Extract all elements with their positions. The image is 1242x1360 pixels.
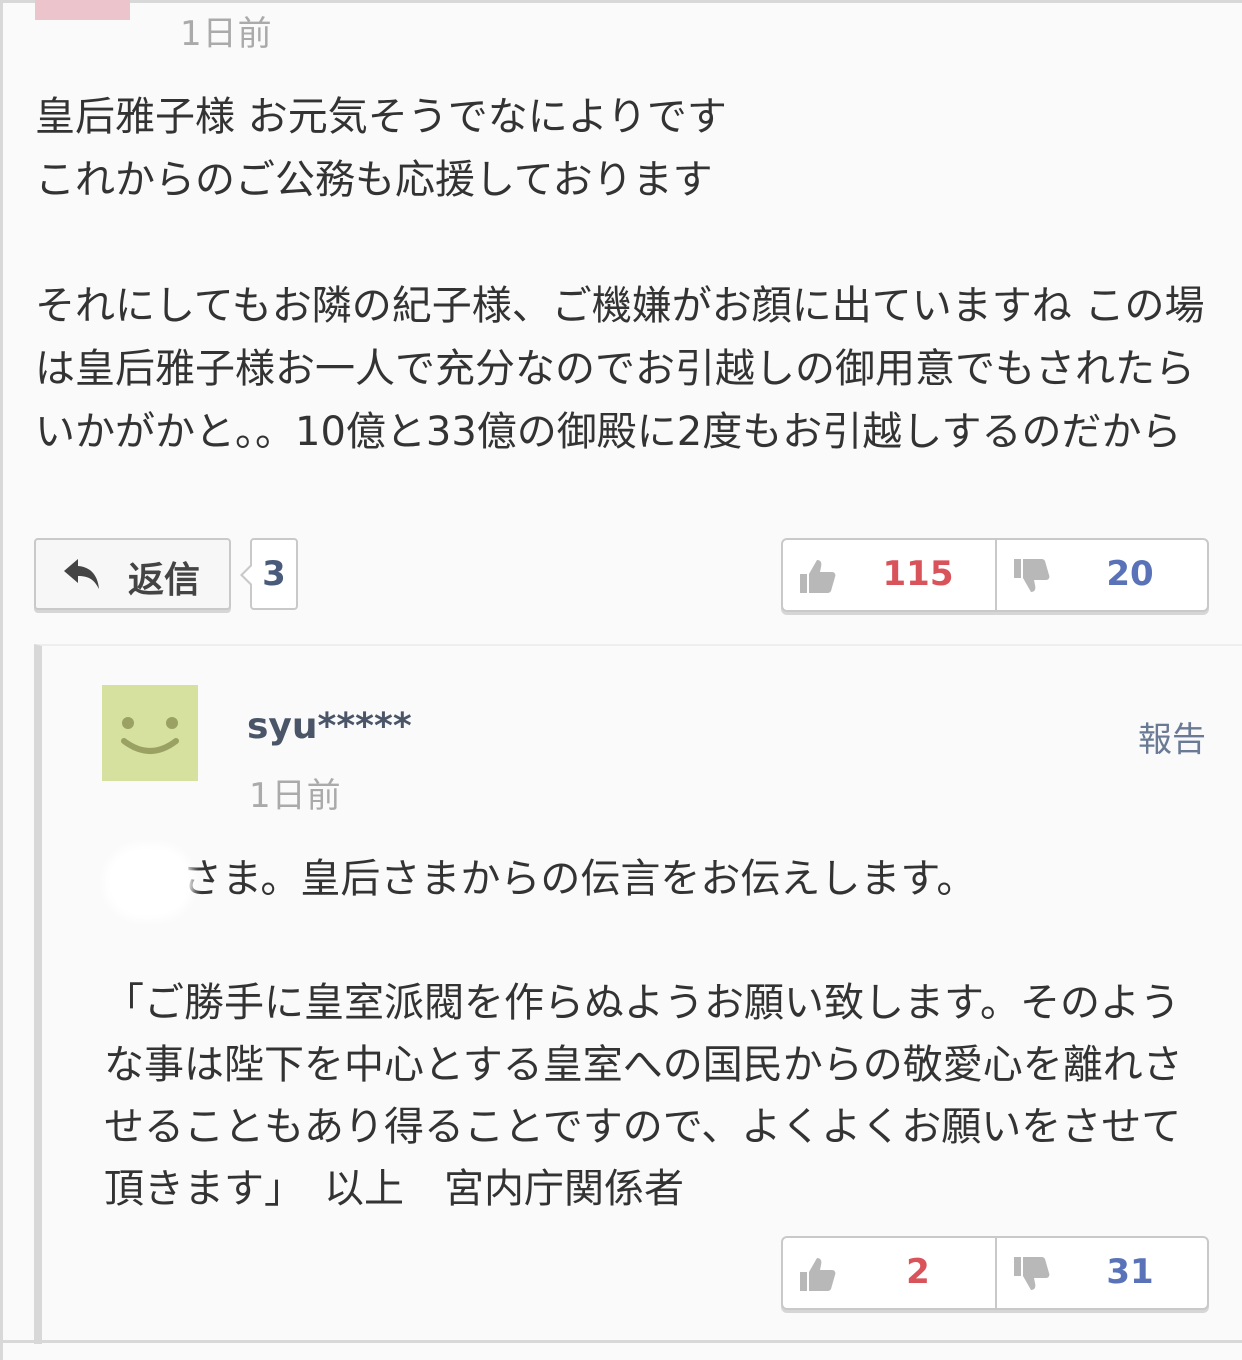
- comment-dislike-count[interactable]: 20: [1055, 554, 1205, 594]
- reply-arrow-icon: [64, 559, 99, 589]
- vote-divider: [995, 540, 997, 610]
- reply-first-line: さま。皇后さまからの伝言をお伝えします。: [182, 856, 977, 902]
- reply-vote-box: 2 31: [781, 1236, 1209, 1310]
- reply-like-count[interactable]: 2: [843, 1252, 993, 1292]
- reply-body: 「ご勝手に皇室派閥を作らぬようお願い致します。そのような事は陛下を中心とする皇室…: [104, 980, 1183, 1212]
- thumbs-down-icon[interactable]: [1011, 556, 1051, 596]
- reply-count-badge[interactable]: 3: [240, 538, 298, 610]
- reply-dislike-count[interactable]: 31: [1055, 1252, 1205, 1292]
- report-link[interactable]: 報告: [1138, 712, 1206, 761]
- thumbs-down-icon[interactable]: [1011, 1254, 1051, 1294]
- comment-time: 1日前: [180, 14, 273, 54]
- reply-button[interactable]: 返信: [34, 538, 231, 610]
- reply-time: 1日前: [249, 776, 342, 816]
- comment-like-count[interactable]: 115: [843, 554, 993, 594]
- avatar[interactable]: [102, 685, 198, 781]
- vote-divider: [995, 1238, 997, 1308]
- comment-vote-box: 115 20: [781, 538, 1209, 612]
- bottom-divider: [0, 1340, 1242, 1343]
- thumbs-up-icon[interactable]: [797, 556, 837, 596]
- smiley-avatar-icon: [121, 717, 179, 754]
- commenter-avatar[interactable]: [35, 0, 130, 20]
- reply-username[interactable]: syu*****: [247, 706, 412, 747]
- redacted-name: [112, 852, 186, 912]
- comment-body: 皇后雅子様 お元気そうでなによりです これからのご公務も応援しております それに…: [35, 94, 1205, 455]
- reply-button-label: 返信: [128, 560, 201, 601]
- thumbs-up-icon[interactable]: [797, 1254, 837, 1294]
